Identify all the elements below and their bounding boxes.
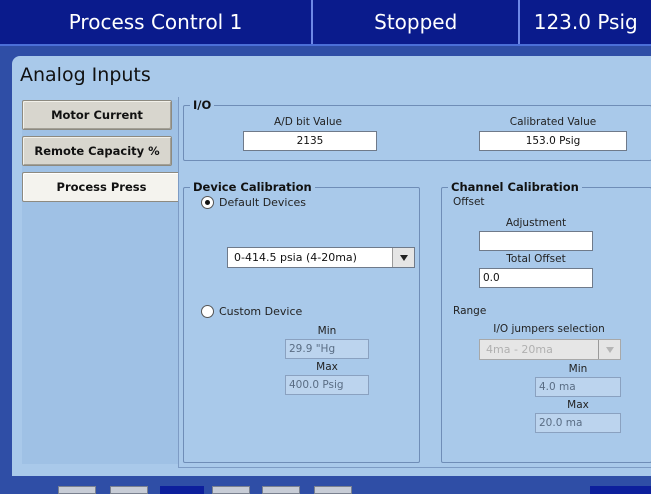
ad-bit-value: 2135 (243, 131, 377, 151)
channel-calibration-legend: Channel Calibration (448, 180, 582, 194)
range-label: Range (453, 305, 487, 317)
toolbar-button-2[interactable] (110, 486, 148, 494)
chevron-down-icon[interactable] (392, 248, 414, 267)
device-select-value: 0-414.5 psia (4-20ma) (234, 251, 357, 264)
jumpers-label: I/O jumpers selection (493, 323, 605, 335)
default-devices-label: Default Devices (219, 196, 307, 209)
jumpers-select-value: 4ma - 20ma (486, 343, 553, 356)
calibrated-value-label: Calibrated Value (509, 116, 597, 128)
adjustment-input[interactable] (479, 231, 593, 251)
status-indicator: Stopped (374, 10, 458, 34)
device-max-field[interactable]: 400.0 Psig (285, 375, 369, 395)
toolbar-button-7[interactable] (590, 486, 651, 494)
tab-content: I/O A/D bit Value 2135 Calibrated Value … (178, 97, 651, 468)
range-max-label: Max (567, 399, 589, 411)
pressure-readout: 123.0 Psig (533, 10, 638, 34)
tab-motor-current[interactable]: Motor Current (22, 100, 172, 130)
custom-device-label: Custom Device (219, 305, 303, 318)
default-devices-radio[interactable] (201, 196, 214, 209)
toolbar-button-1[interactable] (58, 486, 96, 494)
device-min-field[interactable]: 29.9 "Hg (285, 339, 369, 359)
toolbar-button-6[interactable] (314, 486, 352, 494)
toolbar-button-3[interactable] (160, 486, 204, 494)
calibrated-value: 153.0 Psig (479, 131, 627, 151)
device-max-label: Max (316, 361, 338, 373)
range-min-label: Min (568, 363, 588, 375)
device-calibration-legend: Device Calibration (190, 180, 315, 194)
device-min-label: Min (317, 325, 337, 337)
toolbar-button-5[interactable] (262, 486, 300, 494)
range-min-field[interactable]: 4.0 ma (535, 377, 621, 397)
jumpers-select: 4ma - 20ma (479, 339, 621, 360)
range-max-field[interactable]: 20.0 ma (535, 413, 621, 433)
window-title: Process Control 1 (68, 10, 243, 34)
custom-device-radio[interactable] (201, 305, 214, 318)
tab-process-press[interactable]: Process Press (22, 172, 180, 202)
tab-remote-capacity[interactable]: Remote Capacity % (22, 136, 172, 166)
device-select[interactable]: 0-414.5 psia (4-20ma) (227, 247, 415, 268)
io-legend: I/O (190, 98, 215, 112)
title-bar: Process Control 1 Stopped 123.0 Psig (0, 0, 651, 46)
page-title: Analog Inputs (20, 64, 151, 86)
offset-label: Offset (453, 196, 485, 208)
adjustment-label: Adjustment (505, 217, 567, 229)
total-offset-label: Total Offset (506, 253, 566, 265)
total-offset-field[interactable]: 0.0 (479, 268, 593, 288)
chevron-down-icon (598, 340, 620, 359)
toolbar-button-4[interactable] (212, 486, 250, 494)
ad-bit-label: A/D bit Value (273, 116, 342, 128)
